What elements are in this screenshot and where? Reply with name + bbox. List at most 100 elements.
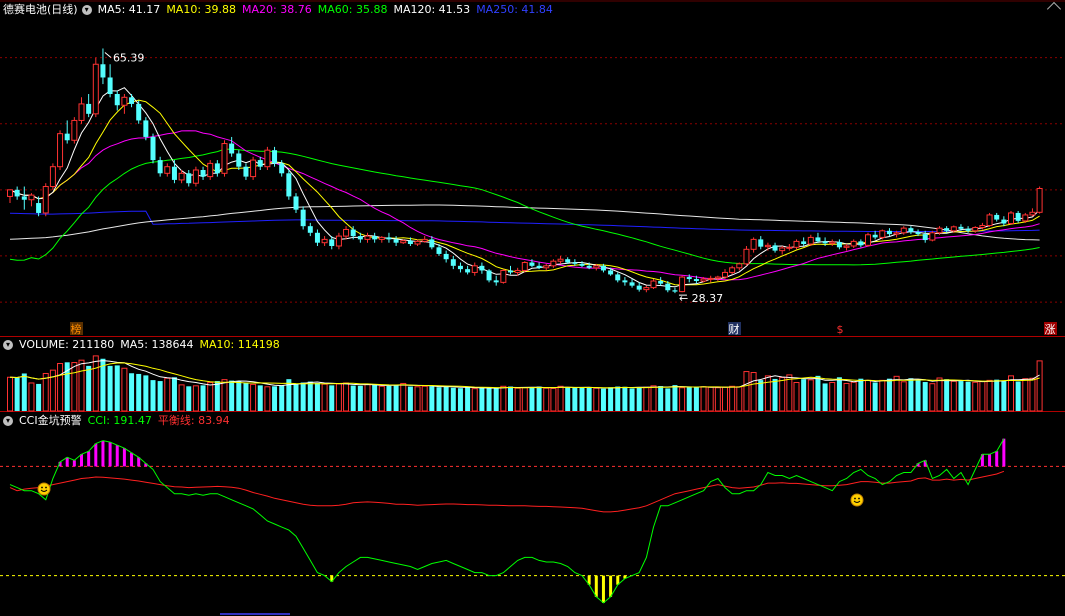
volume-bar [335,383,342,412]
candle-body [272,150,278,164]
volume-bar [543,387,550,412]
ma10-line [9,99,1040,286]
volume-bar [129,373,135,411]
candle-body [100,64,106,78]
volume-bar [150,380,156,411]
candle-body [565,259,571,263]
candle-body [129,97,135,104]
candle-body [157,160,163,174]
candle-body [321,238,328,244]
ma120-label: MA120: 41.53 [393,3,471,16]
candle-body [722,271,728,278]
chart-canvas[interactable]: 65.39 ← 28.37 榜 财 $ 涨 [0,0,1065,616]
candle-body [192,169,199,184]
volume-bar [994,379,1000,411]
candle-body [579,263,585,266]
volume-bar [300,382,306,411]
cci-dropdown-icon[interactable]: ▾ [3,416,13,426]
candle-body [950,226,957,232]
volume-bar [14,377,20,411]
volume-bar [350,385,356,411]
volume-bar [700,386,707,412]
volume-bar [593,387,600,412]
volume-bar [200,385,206,411]
volume-bar [400,382,407,412]
candle-body [407,240,413,245]
volume-bar [758,380,764,411]
candle-body [1036,188,1043,213]
candle-body [314,232,320,243]
candle-body [550,260,557,267]
candle-body [178,172,185,181]
candle-body [1015,212,1021,221]
volume-dropdown-icon[interactable]: ▾ [3,340,13,350]
volume-bar [779,377,786,412]
candle-body [836,242,842,248]
candle-body [493,280,499,283]
candle-body [364,235,371,240]
cci-title: CCI金坑预警 [19,414,82,427]
volume-bar [529,387,535,411]
volume-bar [121,367,128,412]
volume-bar [686,387,692,411]
candle-body [658,281,664,284]
volume-bar [221,379,228,412]
volume-bar [893,375,900,412]
volume-bar [865,379,871,412]
smiley-signal-icon [850,493,864,507]
candle-body [28,194,35,201]
volume-bar [815,375,821,411]
candle-body [629,282,635,286]
candle-body [908,228,914,233]
volume-bar [286,379,292,411]
volume-bar [793,382,800,412]
volume-bar [92,355,99,412]
candle-body [400,240,407,244]
volume-bar [786,374,793,412]
volume-bar [958,381,964,411]
candle-body [572,262,578,264]
volume-bar [972,381,979,412]
candle-body [772,245,778,251]
volume-bar [836,377,842,411]
candle-body [872,234,878,238]
candle-body [879,230,886,238]
candle-body [293,196,299,210]
volume-bar [615,386,621,411]
candle-body [665,283,671,291]
volume-label: VOLUME: 211180 [19,338,115,351]
volume-bar [858,378,864,411]
candle-body [858,241,864,246]
candle-body [536,265,542,268]
volume-bar [929,383,936,412]
volume-bar [536,386,542,411]
candle-body [450,259,456,266]
high-pointer [104,52,112,58]
dropdown-chevron-icon[interactable]: ▾ [81,5,92,15]
volume-bar [521,387,528,412]
candle-body [57,133,64,168]
candle-body [779,247,786,252]
volume-bar [600,388,606,411]
volume-bar [743,371,750,412]
volume-bar [508,386,513,411]
volume-bar [772,378,778,411]
candle-body [508,270,513,273]
volume-bar [28,382,35,412]
ma20-line [9,130,1040,281]
low-price-label: ← 28.37 [679,292,723,305]
candle-body [822,241,828,244]
volume-bar [57,363,64,412]
candle-body [994,214,1000,220]
high-price-label: 65.39 [113,51,145,64]
stock-title: 德赛电池(日线) [3,3,78,16]
volume-bar [136,373,142,411]
volume-bar [1008,375,1014,412]
candle-body [143,120,149,137]
volume-bar [714,387,721,412]
volume-bar [944,379,950,411]
volume-bar [465,387,471,411]
ma10-label: MA10: 39.88 [166,3,237,16]
event-marker: 财 [729,322,740,336]
volume-bar [1029,377,1036,412]
